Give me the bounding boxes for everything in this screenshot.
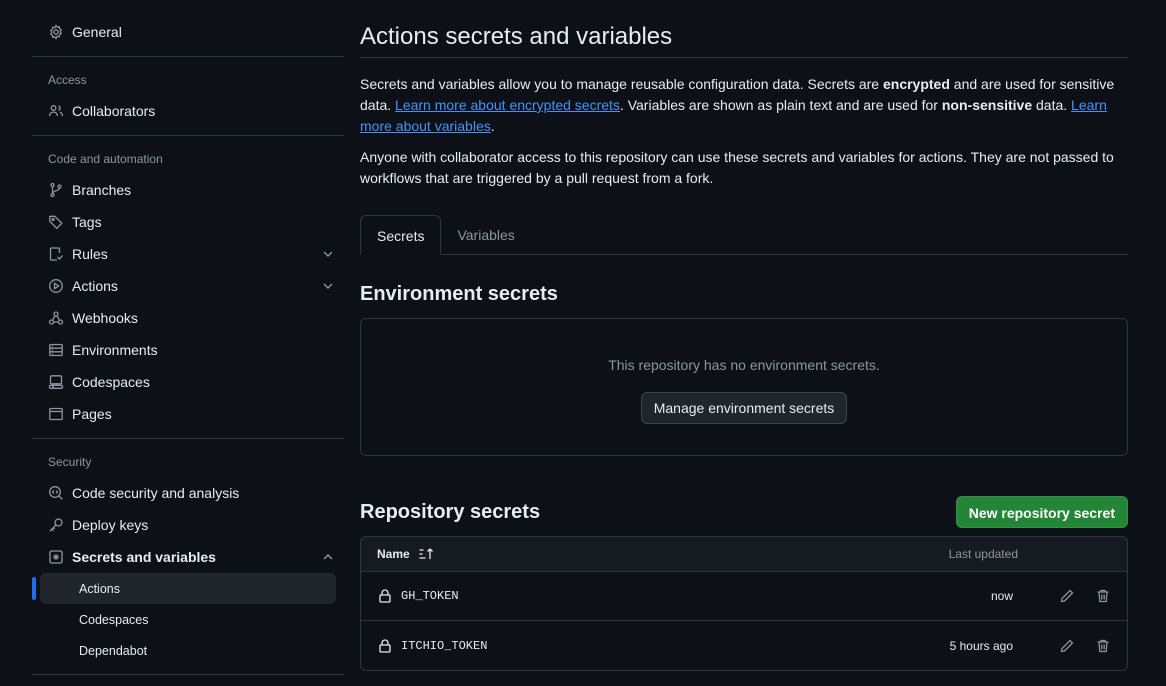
tab-secrets[interactable]: Secrets <box>360 215 442 255</box>
column-last-updated: Last updated <box>948 547 1018 561</box>
desc-text: data. <box>1032 97 1072 113</box>
sidebar-subitem-actions[interactable]: Actions <box>32 573 336 604</box>
manage-environment-secrets-button[interactable]: Manage environment secrets <box>640 392 848 424</box>
sidebar-item-codespaces[interactable]: Codespaces <box>32 366 344 398</box>
secret-name: GH_TOKEN <box>401 589 459 603</box>
desc-text: Secrets and variables allow you to manag… <box>360 76 883 92</box>
sidebar-item-label: Tags <box>72 214 102 230</box>
link-encrypted-secrets[interactable]: Learn more about encrypted secrets <box>395 97 620 113</box>
sidebar-item-environments[interactable]: Environments <box>32 334 344 366</box>
repository-secrets-header: Repository secrets New repository secret <box>360 496 1128 528</box>
sort-ascending-icon[interactable] <box>418 546 434 562</box>
repository-secrets-table: Name Last updated GH_TOKEN now ITCHIO_TO… <box>360 536 1128 671</box>
sidebar-item-collaborators[interactable]: Collaborators <box>32 95 344 127</box>
pencil-icon[interactable] <box>1059 588 1075 604</box>
sidebar-item-label: Environments <box>72 342 158 358</box>
webhook-icon <box>48 310 64 326</box>
sidebar-group-code: Code and automation <box>48 152 163 166</box>
sidebar-divider <box>32 674 344 675</box>
tab-variables[interactable]: Variables <box>441 215 530 255</box>
sidebar-item-actions[interactable]: Actions <box>32 270 344 302</box>
chevron-up-icon[interactable] <box>320 549 336 565</box>
sidebar-item-branches[interactable]: Branches <box>32 174 344 206</box>
rules-icon <box>48 246 64 262</box>
sidebar-item-rules[interactable]: Rules <box>32 238 344 270</box>
empty-state-text: This repository has no environment secre… <box>608 357 880 373</box>
description-secrets: Secrets and variables allow you to manag… <box>360 74 1128 137</box>
lock-icon <box>377 588 393 604</box>
sidebar-item-secrets-variables[interactable]: Secrets and variables <box>32 541 344 573</box>
sidebar-item-deploy-keys[interactable]: Deploy keys <box>32 509 344 541</box>
sidebar-group-access: Access <box>48 73 87 87</box>
trash-icon[interactable] <box>1095 638 1111 654</box>
sidebar-item-label: Deploy keys <box>72 517 149 533</box>
sidebar-item-webhooks[interactable]: Webhooks <box>32 302 344 334</box>
key-icon <box>48 517 64 533</box>
description-access: Anyone with collaborator access to this … <box>360 149 1114 186</box>
column-name[interactable]: Name <box>377 546 918 562</box>
sidebar-item-label: Code security and analysis <box>72 485 240 501</box>
desc-bold: encrypted <box>882 76 950 92</box>
sidebar-item-label: Secrets and variables <box>72 549 216 565</box>
codescan-icon <box>48 485 64 501</box>
desc-text: . <box>490 118 495 134</box>
sidebar-item-label: General <box>72 24 122 40</box>
environment-secrets-title: Environment secrets <box>360 283 558 305</box>
codespaces-icon <box>48 374 64 390</box>
sidebar-item-label: Codespaces <box>72 374 150 390</box>
branch-icon <box>48 182 64 198</box>
sidebar-item-label: Pages <box>72 406 112 422</box>
people-icon <box>48 103 64 119</box>
chevron-down-icon[interactable] <box>320 278 336 294</box>
pencil-icon[interactable] <box>1059 638 1075 654</box>
page-title: Actions secrets and variables <box>360 16 1128 58</box>
play-icon <box>48 278 64 294</box>
environment-secrets-empty-state: This repository has no environment secre… <box>360 318 1128 456</box>
column-name-label: Name <box>377 547 410 561</box>
settings-sidebar: General Access Collaborators Code and au… <box>32 16 344 683</box>
browser-icon <box>48 406 64 422</box>
sidebar-item-label: Webhooks <box>72 310 138 326</box>
table-header: Name Last updated <box>361 537 1127 572</box>
lock-icon <box>377 638 393 654</box>
main-content: Actions secrets and variables Secrets an… <box>360 16 1128 671</box>
trash-icon[interactable] <box>1095 588 1111 604</box>
secret-name: ITCHIO_TOKEN <box>401 638 488 653</box>
sidebar-item-label: Rules <box>72 246 108 262</box>
sidebar-item-general[interactable]: General <box>32 16 344 48</box>
asterisk-box-icon <box>48 549 64 565</box>
chevron-down-icon[interactable] <box>320 246 336 262</box>
sidebar-subitem-dependabot[interactable]: Dependabot <box>40 635 336 666</box>
sidebar-item-tags[interactable]: Tags <box>32 206 344 238</box>
secret-updated: 5 hours ago <box>949 638 1013 653</box>
tab-bar: Secrets Variables <box>360 215 1128 255</box>
sidebar-divider <box>32 438 344 439</box>
sidebar-divider <box>32 56 344 57</box>
server-icon <box>48 342 64 358</box>
sidebar-item-pages[interactable]: Pages <box>32 398 344 430</box>
new-repository-secret-button[interactable]: New repository secret <box>955 496 1128 528</box>
sidebar-item-label: Branches <box>72 182 132 198</box>
desc-text: . Variables are shown as plain text and … <box>619 97 942 113</box>
sidebar-divider <box>32 135 344 136</box>
sidebar-group-security: Security <box>48 455 92 469</box>
table-row: ITCHIO_TOKEN 5 hours ago <box>361 621 1127 670</box>
desc-bold: non-sensitive <box>941 97 1033 113</box>
secret-updated: now <box>990 589 1013 603</box>
table-row: GH_TOKEN now <box>361 572 1127 621</box>
sidebar-item-label: Collaborators <box>72 103 156 119</box>
sidebar-item-code-security[interactable]: Code security and analysis <box>32 477 344 509</box>
repository-secrets-title: Repository secrets <box>360 501 541 523</box>
sidebar-item-label: Actions <box>72 278 118 294</box>
tag-icon <box>48 214 64 230</box>
sidebar-subitem-codespaces[interactable]: Codespaces <box>40 604 336 635</box>
gear-icon <box>48 24 64 40</box>
